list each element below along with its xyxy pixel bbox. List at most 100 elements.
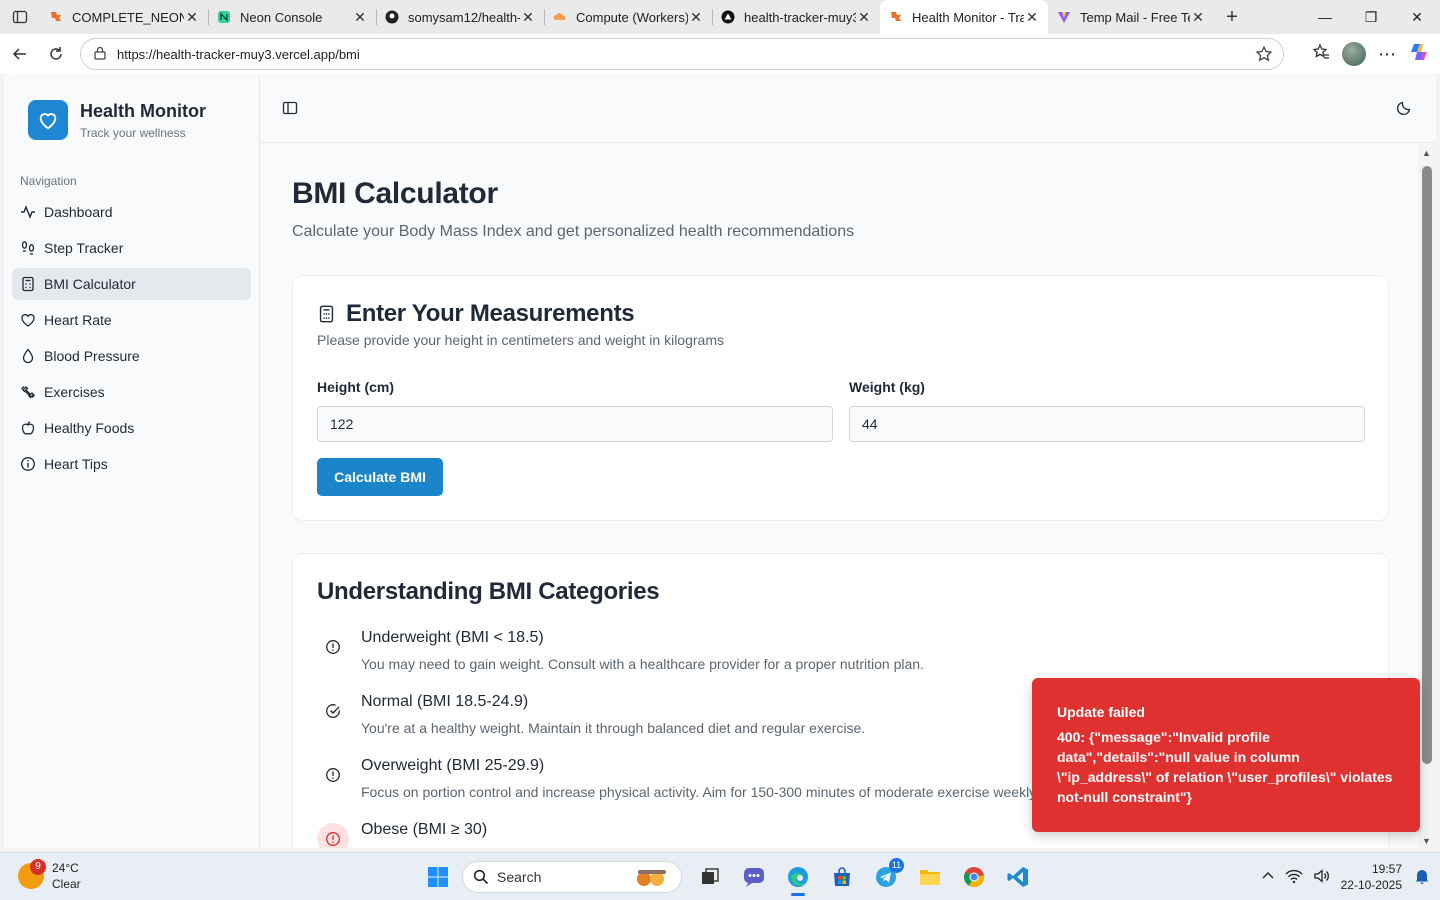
windows-start-icon[interactable] [418,858,458,896]
wifi-icon[interactable] [1285,868,1303,887]
search-icon [473,869,489,885]
orange-flag-icon [48,9,64,25]
weather-description: Clear [52,877,81,891]
browser-tab[interactable]: somysam12/health- ✕ [376,0,544,34]
droplet-icon [20,348,36,364]
close-tab-icon[interactable]: ✕ [1024,9,1040,26]
telegram-icon[interactable]: 11 [866,858,906,896]
browser-toolbar: https://health-tracker-muy3.vercel.app/b… [0,34,1440,74]
neon-icon [216,9,232,25]
sidebar-item-label: Heart Rate [44,312,112,328]
site-info-icon[interactable] [93,46,107,63]
bookmark-star-icon[interactable] [1255,45,1273,66]
new-tab-button[interactable]: + [1214,6,1250,29]
browser-tab-active[interactable]: Health Monitor - Tra ✕ [880,0,1048,34]
alert-circle-icon [317,823,349,848]
reload-icon[interactable] [38,36,74,72]
alert-circle-icon [317,631,349,663]
file-explorer-icon[interactable] [910,858,950,896]
moon-icon[interactable] [1396,100,1412,121]
calculate-bmi-button[interactable]: Calculate BMI [317,458,443,496]
error-toast[interactable]: Update failed 400: {"message":"Invalid p… [1032,678,1420,832]
toast-message: 400: {"message":"Invalid profile data","… [1057,729,1393,805]
close-tab-icon[interactable]: ✕ [184,9,200,26]
tab-title: somysam12/health- [408,9,520,25]
favorites-icon[interactable] [1312,42,1330,66]
heart-logo-icon [28,100,68,140]
edge-browser-icon[interactable] [778,858,818,896]
close-tab-icon[interactable]: ✕ [1190,9,1206,26]
sidebar-item-label: Heart Tips [44,456,108,472]
clock-time: 19:57 [1371,862,1402,876]
restore-icon[interactable]: ❐ [1348,0,1394,34]
brand[interactable]: Health Monitor Track your wellness [28,100,206,140]
sidebar-item-dashboard[interactable]: Dashboard [12,196,251,228]
sidebar-toggle-icon[interactable] [282,100,298,121]
browser-tab[interactable]: Temp Mail - Free Te ✕ [1048,0,1214,34]
weight-input[interactable] [849,406,1365,442]
tab-title: COMPLETE_NEON_D [72,9,184,25]
close-tab-icon[interactable]: ✕ [520,9,536,26]
microsoft-store-icon[interactable] [822,858,862,896]
sidebar-item-bmi-calculator[interactable]: BMI Calculator [12,268,251,300]
close-tab-icon[interactable]: ✕ [688,9,704,26]
tab-actions-menu-icon[interactable] [0,0,40,34]
taskbar-search[interactable]: Search [462,861,682,893]
vercel-icon [720,9,736,25]
browser-tab[interactable]: health-tracker-muy3 ✕ [712,0,880,34]
volume-icon[interactable] [1313,868,1331,887]
sidebar-item-blood-pressure[interactable]: Blood Pressure [12,340,251,372]
weight-label: Weight (kg) [849,379,925,395]
browser-tab[interactable]: COMPLETE_NEON_D ✕ [40,0,208,34]
more-menu-icon[interactable]: ⋯ [1378,44,1396,65]
category-title: Overweight (BMI 25-29.9) [361,757,545,774]
card-title: Enter Your Measurements [346,300,635,327]
close-tab-icon[interactable]: ✕ [352,9,368,26]
height-input[interactable] [317,406,833,442]
scrollbar-thumb[interactable] [1422,166,1432,764]
toast-title: Update failed [1057,704,1145,720]
telegram-badge: 11 [889,858,904,873]
close-window-icon[interactable]: ✕ [1394,0,1440,34]
chat-app-icon[interactable] [734,858,774,896]
weather-sun-icon: 9 [18,859,46,889]
sidebar-item-step-tracker[interactable]: Step Tracker [12,232,251,264]
check-circle-icon [317,695,349,727]
sidebar-item-label: Step Tracker [44,240,124,256]
weather-temperature: 24°C [52,861,79,875]
copilot-icon[interactable] [1408,41,1430,68]
scroll-up-arrow-icon[interactable]: ▲ [1422,148,1431,158]
category-title: Obese (BMI ≥ 30) [361,821,488,838]
category-description: You're at a healthy weight. Maintain it … [361,720,866,736]
taskbar-apps: Search 11 [418,858,1042,896]
minimize-icon[interactable]: — [1302,0,1348,34]
profile-avatar[interactable] [1342,42,1366,66]
address-bar[interactable]: https://health-tracker-muy3.vercel.app/b… [80,38,1284,70]
notification-bell-icon[interactable] [1414,868,1430,887]
back-arrow-icon[interactable] [2,36,38,72]
page-scrollbar[interactable]: ▲ ▼ [1418,144,1436,848]
browser-tab[interactable]: Compute (Workers) ✕ [544,0,712,34]
sidebar-item-healthy-foods[interactable]: Healthy Foods [12,412,251,444]
category-description: You may need to gain weight. Consult wit… [361,656,924,672]
task-view-icon[interactable] [690,858,730,896]
height-label: Height (cm) [317,379,394,395]
sidebar-item-exercises[interactable]: Exercises [12,376,251,408]
github-icon [384,9,400,25]
chrome-icon[interactable] [954,858,994,896]
sidebar-item-heart-tips[interactable]: Heart Tips [12,448,251,480]
close-tab-icon[interactable]: ✕ [856,9,872,26]
browser-tab[interactable]: Neon Console ✕ [208,0,376,34]
category-description: Focus on portion control and increase ph… [361,784,1040,800]
system-clock[interactable]: 19:57 22-10-2025 [1341,861,1402,893]
weather-widget[interactable]: 9 24°C Clear [18,859,81,892]
page-title: BMI Calculator [292,177,498,210]
tab-title: health-tracker-muy3 [744,9,856,25]
card-title: Understanding BMI Categories [317,578,660,605]
vscode-icon[interactable] [998,858,1038,896]
scroll-down-arrow-icon[interactable]: ▼ [1422,836,1431,846]
tab-title: Temp Mail - Free Te [1080,9,1190,25]
chevron-up-icon[interactable] [1261,869,1275,886]
sidebar-item-heart-rate[interactable]: Heart Rate [12,304,251,336]
calculator-icon [317,304,336,324]
